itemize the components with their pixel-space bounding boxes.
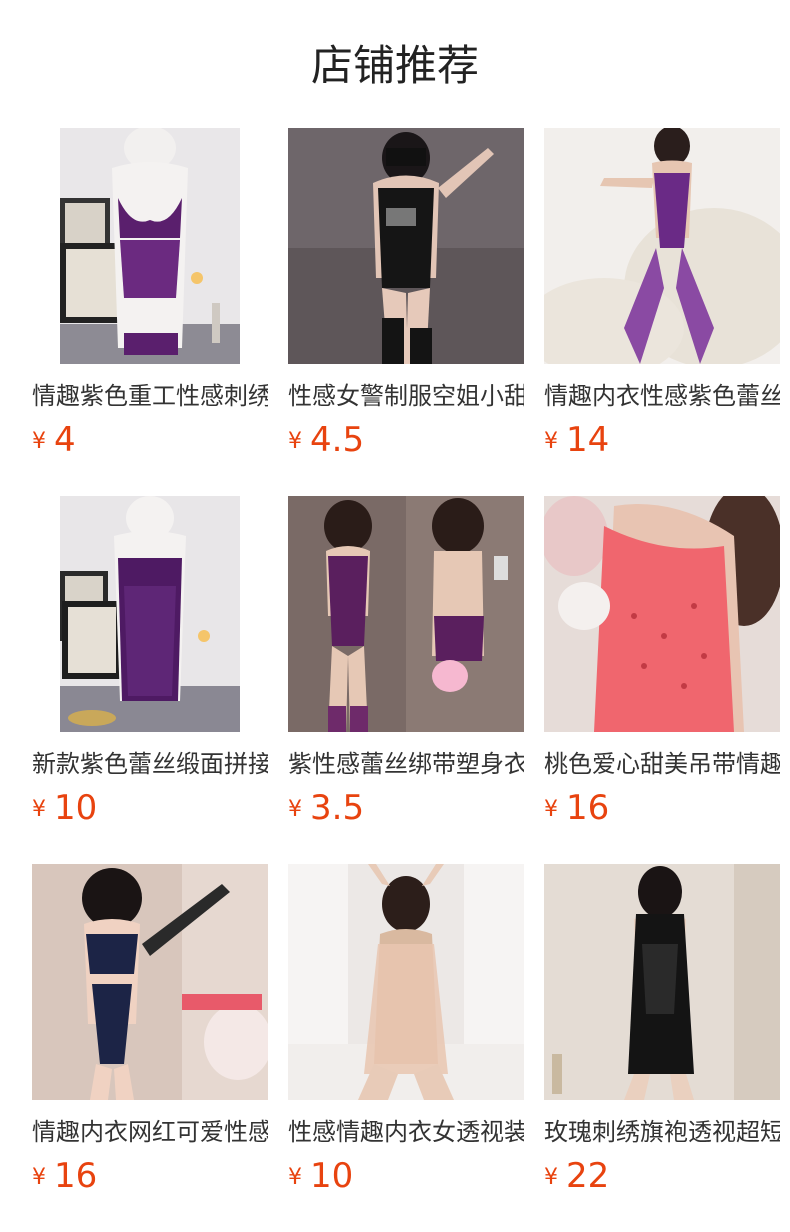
product-image[interactable] — [32, 128, 268, 364]
product-price: ¥10 — [288, 1154, 353, 1198]
product-name[interactable]: 桃色爱心甜美吊带情趣 — [544, 748, 780, 780]
price-value: 14 — [566, 420, 610, 460]
price-value: 16 — [566, 788, 610, 828]
price-value: 16 — [54, 1156, 98, 1196]
product-grid: 情趣紫色重工性感刺绣 ¥4 性感女警制服空姐小甜 ¥4.5 情趣内衣性感紫色蕾丝… — [0, 0, 790, 1232]
currency-symbol: ¥ — [32, 1165, 46, 1190]
price-value: 10 — [310, 1156, 354, 1196]
product-name[interactable]: 新款紫色蕾丝缎面拼接 — [32, 748, 268, 780]
product-card[interactable]: 情趣内衣性感紫色蕾丝 ¥14 — [544, 128, 780, 468]
product-name[interactable]: 情趣内衣性感紫色蕾丝 — [544, 380, 780, 412]
product-image[interactable] — [544, 864, 780, 1100]
product-price: ¥22 — [544, 1154, 609, 1198]
price-value: 4.5 — [310, 420, 365, 460]
product-image[interactable] — [32, 496, 268, 732]
price-value: 22 — [566, 1156, 610, 1196]
product-name[interactable]: 情趣紫色重工性感刺绣 — [32, 380, 268, 412]
product-name[interactable]: 情趣内衣网红可爱性感 — [32, 1116, 268, 1148]
currency-symbol: ¥ — [288, 429, 302, 454]
product-name[interactable]: 性感女警制服空姐小甜 — [288, 380, 524, 412]
product-price: ¥16 — [544, 786, 609, 830]
product-price: ¥14 — [544, 418, 609, 462]
product-card[interactable]: 情趣内衣网红可爱性感 ¥16 — [32, 864, 268, 1204]
product-card[interactable]: 桃色爱心甜美吊带情趣 ¥16 — [544, 496, 780, 836]
product-card[interactable]: 性感女警制服空姐小甜 ¥4.5 — [288, 128, 524, 468]
currency-symbol: ¥ — [288, 1165, 302, 1190]
product-price: ¥4.5 — [288, 418, 364, 462]
product-image[interactable] — [544, 128, 780, 364]
price-value: 4 — [54, 420, 76, 460]
product-card[interactable]: 新款紫色蕾丝缎面拼接 ¥10 — [32, 496, 268, 836]
product-price: ¥16 — [32, 1154, 97, 1198]
product-name[interactable]: 性感情趣内衣女透视装 — [288, 1116, 524, 1148]
product-card[interactable]: 玫瑰刺绣旗袍透视超短 ¥22 — [544, 864, 780, 1204]
price-value: 10 — [54, 788, 98, 828]
currency-symbol: ¥ — [32, 797, 46, 822]
product-image[interactable] — [544, 496, 780, 732]
currency-symbol: ¥ — [544, 1165, 558, 1190]
product-image[interactable] — [288, 496, 524, 732]
price-value: 3.5 — [310, 788, 365, 828]
product-card[interactable]: 性感情趣内衣女透视装 ¥10 — [288, 864, 524, 1204]
product-price: ¥4 — [32, 418, 76, 462]
product-image[interactable] — [288, 128, 524, 364]
product-name[interactable]: 紫性感蕾丝绑带塑身衣 — [288, 748, 524, 780]
product-card[interactable]: 紫性感蕾丝绑带塑身衣 ¥3.5 — [288, 496, 524, 836]
product-price: ¥10 — [32, 786, 97, 830]
product-image[interactable] — [288, 864, 524, 1100]
currency-symbol: ¥ — [288, 797, 302, 822]
product-card[interactable]: 情趣紫色重工性感刺绣 ¥4 — [32, 128, 268, 468]
product-image[interactable] — [32, 864, 268, 1100]
currency-symbol: ¥ — [544, 429, 558, 454]
product-price: ¥3.5 — [288, 786, 364, 830]
currency-symbol: ¥ — [544, 797, 558, 822]
product-name[interactable]: 玫瑰刺绣旗袍透视超短 — [544, 1116, 780, 1148]
currency-symbol: ¥ — [32, 429, 46, 454]
